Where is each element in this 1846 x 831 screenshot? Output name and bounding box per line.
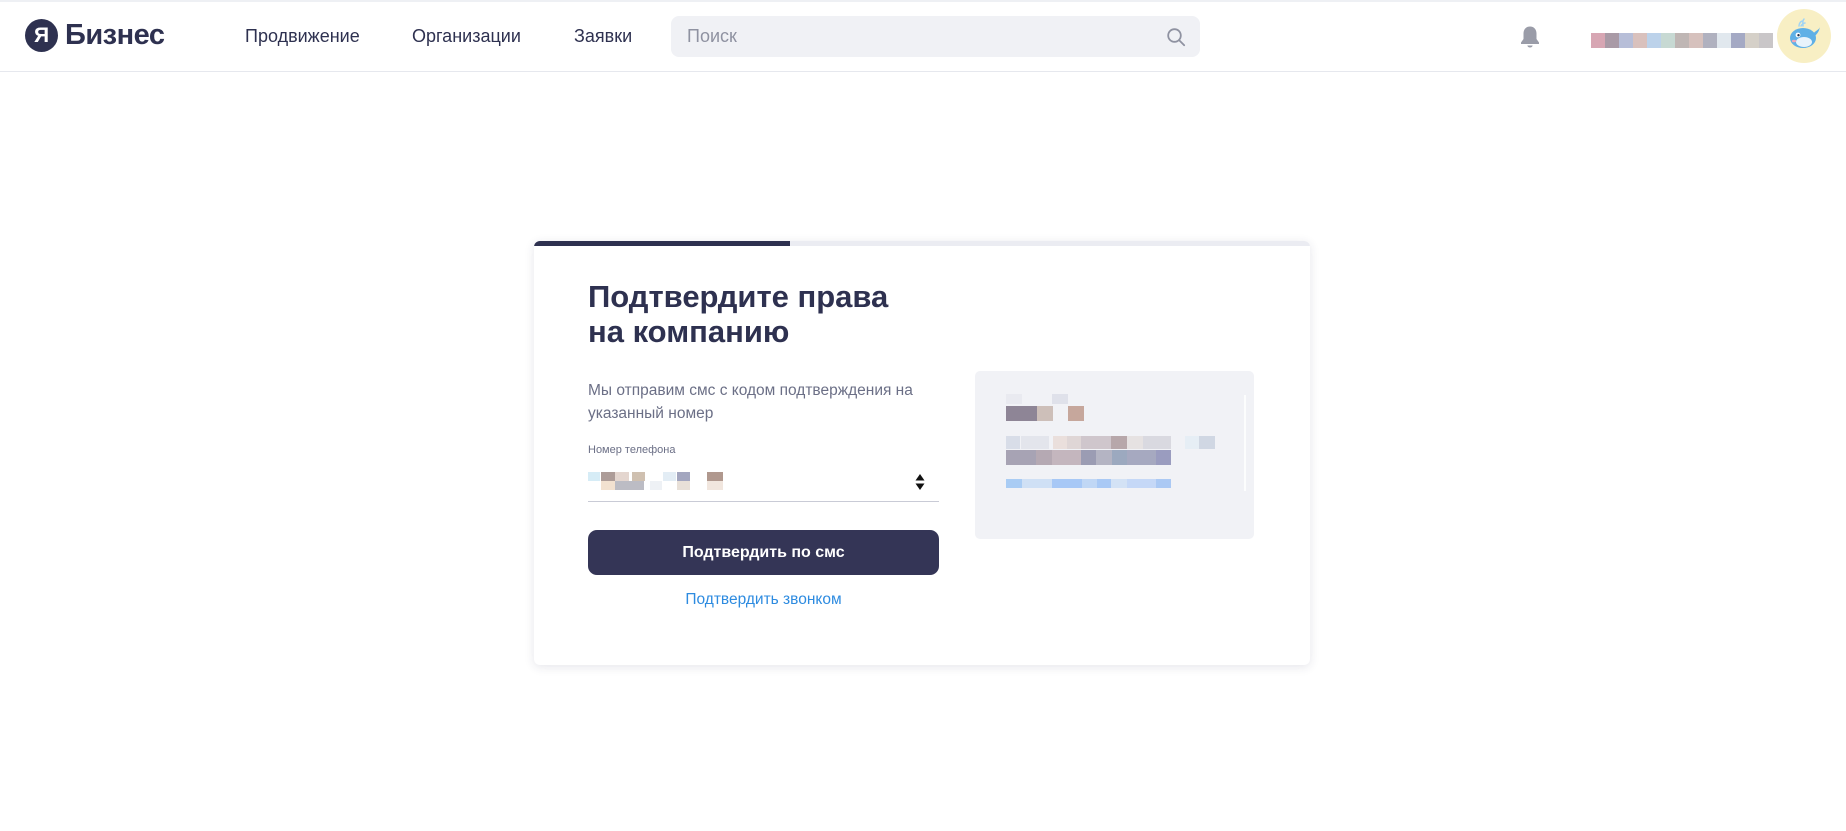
card-title: Подтвердите права на компанию <box>588 279 889 349</box>
phone-number-redacted <box>588 472 723 490</box>
nav-item-organizations[interactable]: Организации <box>412 26 521 47</box>
yandex-business-logo[interactable]: Я Бизнес <box>25 17 165 53</box>
search-input[interactable] <box>687 16 1147 57</box>
logo-mark: Я <box>25 18 58 52</box>
nav-item-promotion[interactable]: Продвижение <box>245 26 360 47</box>
info-box-scrollbar[interactable] <box>1244 395 1246 491</box>
confirm-rights-card: Подтвердите права на компанию Мы отправи… <box>534 241 1310 665</box>
user-name-redacted[interactable] <box>1591 33 1773 48</box>
company-info-box <box>975 371 1254 539</box>
phone-select[interactable] <box>588 462 939 502</box>
avatar[interactable] <box>1777 9 1831 63</box>
bell-icon[interactable] <box>1518 24 1542 50</box>
step-progress-track <box>534 241 1310 246</box>
search-bar <box>671 16 1200 57</box>
phone-label: Номер телефона <box>588 444 676 456</box>
app-header: Я Бизнес Продвижение Организации Заявки <box>0 2 1846 72</box>
nav-item-requests[interactable]: Заявки <box>574 26 632 47</box>
select-arrows-icon <box>915 474 925 490</box>
card-description: Мы отправим смс с кодом подтверждения на… <box>588 382 913 422</box>
whale-avatar-icon <box>1790 18 1820 48</box>
confirm-by-sms-button[interactable]: Подтвердить по смс <box>588 530 939 575</box>
search-icon[interactable] <box>1166 27 1186 47</box>
step-progress-fill <box>534 241 791 246</box>
logo-text: Бизнес <box>65 18 165 51</box>
confirm-by-call-link[interactable]: Подтвердить звонком <box>588 591 939 609</box>
